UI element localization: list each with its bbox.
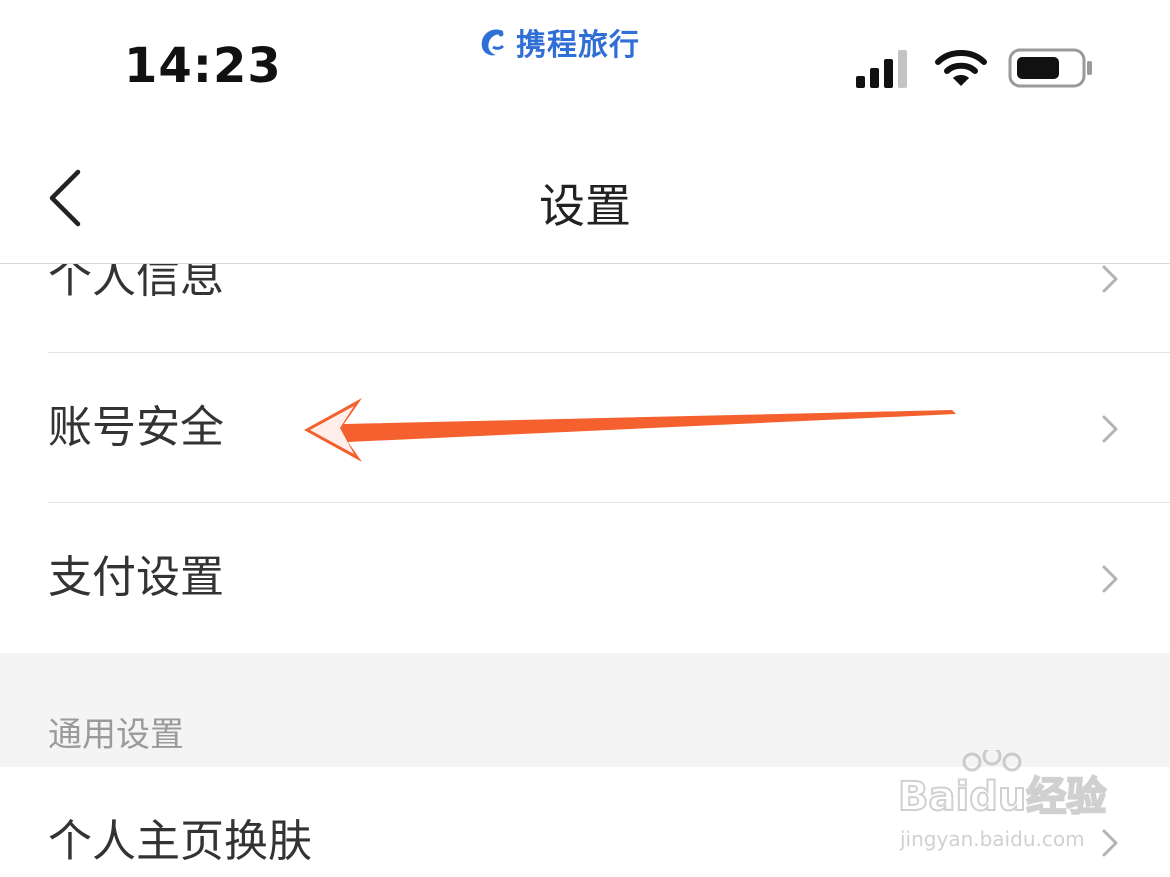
list-item-label: 账号安全 (48, 402, 224, 453)
chevron-right-icon (1102, 415, 1118, 443)
section-header-label: 通用设置 (48, 715, 184, 755)
brand-name: 携程旅行 (516, 28, 640, 63)
chevron-right-icon (1102, 265, 1118, 293)
status-bar: 14:23 携程旅行 (0, 0, 1170, 130)
status-time: 14:23 (124, 38, 282, 94)
settings-list: 个人信息 账号安全 支付设置 通用设置 个人主页换肤 (0, 203, 1170, 877)
dolphin-icon (481, 29, 505, 56)
list-item-payment-settings[interactable]: 支付设置 (0, 503, 1170, 653)
list-item-label: 个人主页换肤 (48, 816, 312, 867)
brand-logo: 携程旅行 (476, 20, 640, 64)
list-item-homepage-skin[interactable]: 个人主页换肤 (0, 767, 1170, 877)
list-item-label: 支付设置 (48, 552, 224, 603)
battery-icon (1008, 48, 1092, 88)
signal-icon (856, 50, 907, 88)
wifi-icon (935, 50, 987, 86)
list-item-account-security[interactable]: 账号安全 (0, 353, 1170, 503)
section-header-general: 通用设置 (0, 653, 1170, 767)
chevron-right-icon (1102, 829, 1118, 857)
chevron-right-icon (1102, 565, 1118, 593)
page-title: 设置 (539, 179, 631, 233)
settings-page: 14:23 携程旅行 设置 个人信息 账号安全 支付设置 通用设置 个人主页换肤… (0, 0, 1170, 877)
nav-bar: 设置 (0, 130, 1170, 264)
